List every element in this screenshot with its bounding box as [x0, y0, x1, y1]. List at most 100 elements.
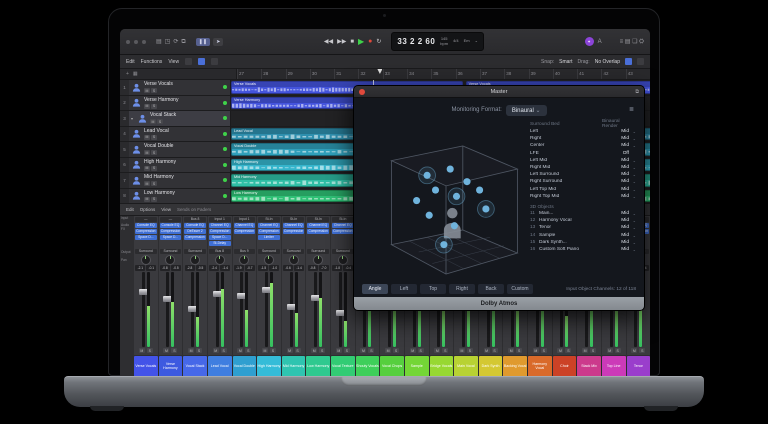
solo-button[interactable]: S [151, 150, 157, 155]
mute-button[interactable]: M [262, 348, 268, 353]
plugin-slot[interactable]: Space D... [209, 235, 231, 240]
channel-strip[interactable]: Input 1Channel EQCompressionBus 9-1.9-0.… [233, 216, 257, 355]
ruler-tick[interactable]: 34 [407, 69, 431, 79]
fader-track[interactable] [265, 272, 268, 347]
session-badge[interactable]: ✦ [585, 37, 594, 46]
channel-label[interactable]: High Harmony [257, 356, 281, 376]
bar-ruler[interactable]: + ▦ 2728293031323334353637383940414243 [120, 69, 650, 80]
mute-button[interactable]: M [163, 348, 169, 353]
plugin-slot[interactable]: Space D... [160, 235, 182, 240]
bed-render-value[interactable]: Off [623, 151, 629, 156]
mute-button[interactable]: M [607, 348, 613, 353]
mute-button[interactable]: M [144, 150, 150, 155]
plugin-slot[interactable]: Limiter [258, 235, 280, 240]
plugin-title-bar[interactable]: Master ⧉ [354, 86, 644, 98]
channel-label[interactable]: Vocal Stack [183, 356, 207, 376]
pan-knob[interactable] [289, 255, 299, 265]
solo-button[interactable]: S [615, 348, 621, 353]
bed-render-value[interactable]: Mid [621, 158, 629, 163]
dolby-atmos-plugin-window[interactable]: Master ⧉ Monitoring Format: Binaural ⌄ ≣ [353, 85, 645, 311]
ruler-tick[interactable]: 39 [529, 69, 553, 79]
ruler-tick[interactable]: 37 [480, 69, 504, 79]
solo-button[interactable]: S [151, 104, 157, 109]
solo-button[interactable]: S [157, 119, 163, 124]
zoom-tool-icon[interactable] [637, 58, 644, 65]
plugin-slot[interactable]: Channel EQ [283, 223, 305, 228]
pan-knob[interactable] [141, 255, 151, 265]
stepper-icon[interactable]: ⌄ [629, 247, 636, 252]
view-button-top[interactable]: Top [420, 284, 446, 294]
bed-render-value[interactable]: Mid [621, 143, 629, 148]
bed-render-value[interactable]: Mid [621, 179, 629, 184]
solo-button[interactable]: S [151, 166, 157, 171]
solo-button[interactable]: S [151, 181, 157, 186]
input-slot[interactable]: St-In [307, 217, 329, 222]
fader-track[interactable] [166, 272, 169, 347]
channel-strip[interactable]: —Console EQCompressionSpace D...Surround… [159, 216, 183, 355]
mute-button[interactable]: M [557, 348, 563, 353]
pan-knob[interactable] [313, 255, 323, 265]
solo-button[interactable]: S [442, 348, 448, 353]
pan-knob[interactable] [215, 255, 225, 265]
plugin-slot[interactable]: Space D... [135, 235, 157, 240]
view-button-custom[interactable]: Custom [507, 284, 533, 294]
output-slot[interactable]: Surround [332, 249, 354, 254]
input-monitor-dot[interactable] [223, 132, 227, 136]
menu-edit[interactable]: Edit [126, 59, 135, 65]
channel-label[interactable]: Verse Vocals [134, 356, 158, 376]
plugin-slot[interactable]: Compression [332, 229, 354, 234]
drag-value[interactable]: No Overlap [595, 59, 620, 65]
mute-button[interactable]: M [484, 348, 490, 353]
channel-label[interactable]: Vocal Texture [331, 356, 355, 376]
input-slot[interactable]: St-In [332, 217, 354, 222]
fader-track[interactable] [191, 272, 194, 347]
track-header-low-harmony[interactable]: 8Low HarmonyMS [120, 189, 231, 204]
track-header-vocal-stack[interactable]: 3▾Vocal StackMS [120, 111, 231, 126]
mute-button[interactable]: M [360, 348, 366, 353]
ruler-tick[interactable]: 43 [626, 69, 650, 79]
solo-button[interactable]: S [492, 348, 498, 353]
plugin-slot[interactable]: St-Delay [209, 241, 231, 246]
input-monitor-dot[interactable] [223, 85, 227, 89]
stepper-icon[interactable]: ⌄ [629, 233, 636, 238]
toolbar-icon[interactable]: ⟳ [173, 37, 178, 47]
channel-strip[interactable]: Input 1Channel EQCompressionSpace D...St… [208, 216, 232, 355]
toolbar-icon[interactable]: ◳ [165, 37, 171, 47]
mute-button[interactable]: M [144, 88, 150, 93]
solo-button[interactable]: S [151, 197, 157, 202]
plugin-slot[interactable]: Channel EQ [307, 223, 329, 228]
channel-label[interactable]: Lead Vocal [208, 356, 232, 376]
output-slot[interactable]: Surround [184, 249, 206, 254]
bed-render-value[interactable]: Mid [621, 129, 629, 134]
input-monitor-dot[interactable] [223, 116, 227, 120]
mute-button[interactable]: M [582, 348, 588, 353]
ruler-tick[interactable]: 31 [334, 69, 358, 79]
ruler-tick[interactable]: 40 [553, 69, 577, 79]
mute-button[interactable]: M [144, 104, 150, 109]
bed-render-value[interactable]: Mid [621, 187, 629, 192]
object-render-value[interactable]: Mid [621, 247, 629, 252]
traffic-light[interactable] [126, 40, 130, 44]
plugin-slot[interactable]: Console EQ [184, 223, 206, 228]
mute-button[interactable]: M [144, 135, 150, 140]
output-slot[interactable]: Surround [135, 249, 157, 254]
track-header-vocal-double[interactable]: 5Vocal DoubleMS [120, 142, 231, 157]
tool-icon[interactable] [211, 58, 218, 65]
track-header-lead-vocal[interactable]: 4Lead VocalMS [120, 127, 231, 142]
track-header-mid-harmony[interactable]: 7Mid HarmonyMS [120, 173, 231, 188]
ruler-tick[interactable]: 33 [383, 69, 407, 79]
channel-label[interactable]: Sample [405, 356, 429, 376]
solo-button[interactable]: S [590, 348, 596, 353]
stepper-icon[interactable]: ⌄ [629, 129, 636, 134]
solo-button[interactable]: S [171, 348, 177, 353]
lcd-chevron-icon[interactable]: ⌄ [475, 39, 478, 44]
output-slot[interactable]: Bus 8 [209, 249, 231, 254]
ruler-tick[interactable]: 30 [310, 69, 334, 79]
channel-label[interactable]: Choir [553, 356, 577, 376]
stepper-icon[interactable]: ⌄ [629, 136, 636, 141]
channel-strip[interactable]: St-InChannel EQCompressionLimiterSurroun… [257, 216, 281, 355]
bed-render-value[interactable]: Mid [621, 194, 629, 199]
channel-label[interactable]: Shouty Vocals [356, 356, 380, 376]
mute-button[interactable]: M [336, 348, 342, 353]
mute-button[interactable]: M [213, 348, 219, 353]
